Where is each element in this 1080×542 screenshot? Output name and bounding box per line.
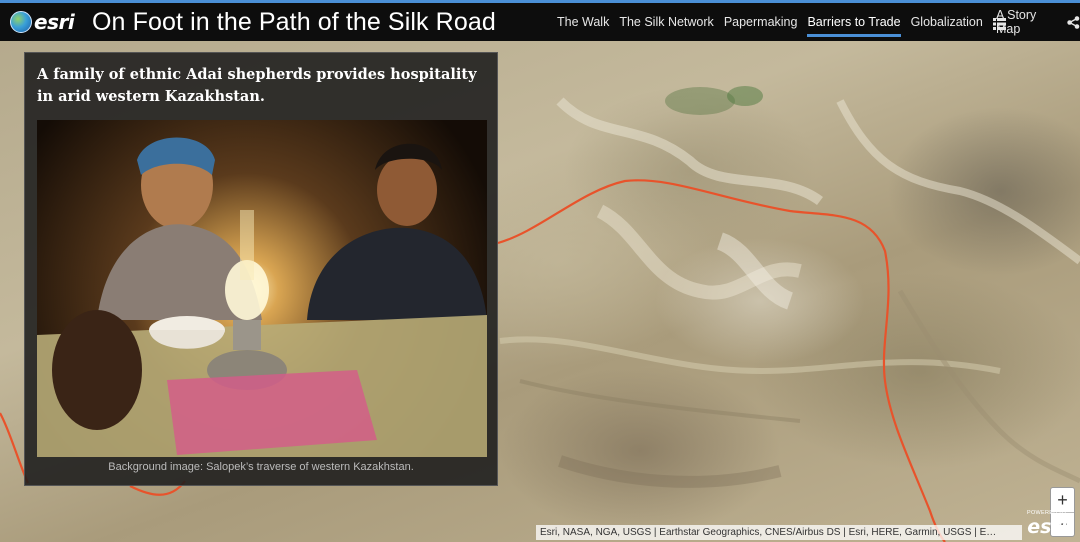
panel-title: A family of ethnic Adai shepherds provid… [37,66,477,105]
zoom-in-button[interactable]: + [1051,488,1074,512]
powered-esri-logo: esri [1027,516,1068,538]
esri-logo[interactable]: esri [10,10,76,34]
page-title: On Foot in the Path of the Silk Road [92,7,496,36]
nav-item-papermaking[interactable]: Papermaking [724,15,798,29]
share-icon[interactable] [1067,15,1080,29]
story-map-link[interactable]: A Story Map [996,3,1080,41]
app-header: esri On Foot in the Path of the Silk Roa… [0,0,1080,41]
panel-caption: Background image: Salopek’s traverse of … [108,461,414,473]
map-attribution: Esri, NASA, NGA, USGS | Earthstar Geogra… [536,525,1022,540]
globe-icon [10,11,32,33]
shepherd-family-photo [37,120,487,457]
nav-item-silk-network[interactable]: The Silk Network [619,15,713,29]
nav-item-barriers-to-trade[interactable]: Barriers to Trade [807,15,901,37]
nav-item-globalization[interactable]: Globalization [911,15,983,29]
story-map-label: A Story Map [996,8,1037,36]
powered-by-esri[interactable]: POWERED BY esri [1027,510,1067,538]
story-panel: A family of ethnic Adai shepherds provid… [24,52,498,486]
esri-logo-text: esri [34,10,75,34]
nav-item-the-walk[interactable]: The Walk [557,15,609,29]
main-nav: The Walk The Silk Network Papermaking Ba… [557,3,1006,41]
